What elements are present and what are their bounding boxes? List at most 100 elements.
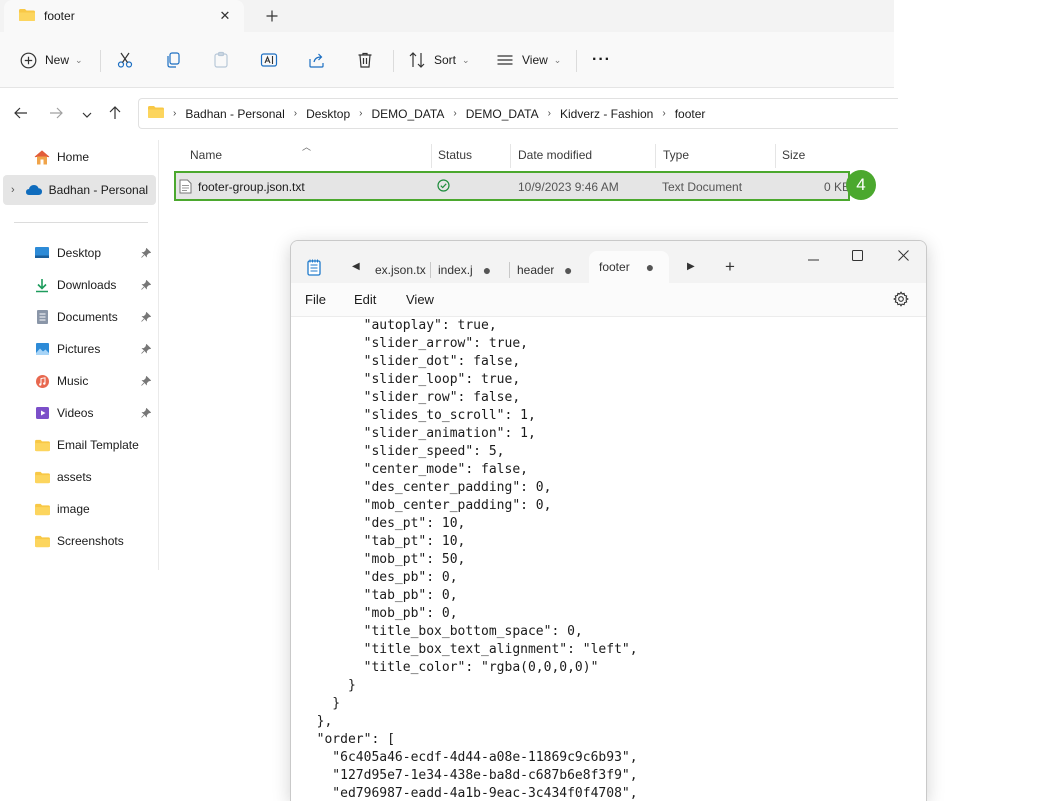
more-icon: ··· (592, 51, 611, 68)
pin-icon[interactable] (141, 279, 152, 293)
new-tab-icon[interactable] (262, 6, 282, 26)
text-line: "des_pb": 0, (301, 570, 458, 585)
share-button[interactable] (308, 48, 326, 72)
notepad-tab-active[interactable]: footer ● (589, 251, 669, 283)
sidebar-item-label: Desktop (57, 246, 102, 260)
breadcrumb-item[interactable]: footer (675, 107, 706, 121)
chevron-right-icon[interactable]: › (11, 184, 15, 196)
sidebar-item-desktop[interactable]: Desktop (0, 238, 158, 268)
view-label: View (522, 53, 548, 67)
sidebar-item-documents[interactable]: Documents (0, 302, 158, 332)
chevron-right-icon[interactable]: › (662, 108, 665, 119)
file-row[interactable]: footer-group.json.txt 10/9/2023 9:46 AM … (174, 171, 850, 201)
chevron-right-icon[interactable]: › (548, 108, 551, 119)
breadcrumb-item[interactable]: DEMO_DATA (466, 107, 539, 121)
column-divider[interactable] (431, 144, 432, 168)
sidebar-item-label: image (57, 502, 90, 516)
column-header-type[interactable]: Type (663, 140, 689, 170)
sort-button[interactable]: Sort ⌄ (408, 48, 470, 72)
sidebar-item-videos[interactable]: Videos (0, 398, 158, 428)
sidebar-item-onedrive[interactable]: › Badhan - Personal (3, 175, 156, 205)
text-line: "mob_pt": 50, (301, 552, 466, 567)
sidebar-item-home[interactable]: Home (0, 142, 158, 172)
scroll-tabs-left-icon[interactable]: ◀ (352, 261, 360, 272)
column-label: Type (663, 148, 690, 162)
sidebar-item-email-template[interactable]: Email Template (0, 430, 158, 460)
column-header-size[interactable]: Size (782, 140, 805, 170)
delete-button[interactable] (356, 48, 374, 72)
column-header-date[interactable]: Date modified (518, 140, 592, 170)
view-button[interactable]: View ⌄ (496, 48, 561, 72)
tab-divider (430, 262, 431, 278)
menu-file[interactable]: File (305, 292, 326, 307)
minimize-button[interactable] (801, 247, 825, 267)
back-button[interactable] (10, 103, 32, 125)
recent-locations-button[interactable] (76, 103, 98, 125)
file-type: Text Document (662, 180, 743, 194)
sort-label: Sort (434, 53, 457, 67)
new-tab-icon[interactable]: + (725, 257, 735, 277)
notepad-tab[interactable]: index.j ● (438, 257, 498, 283)
pin-icon[interactable] (141, 311, 152, 325)
close-button[interactable] (891, 247, 915, 267)
pin-icon[interactable] (141, 343, 152, 357)
column-divider[interactable] (510, 144, 511, 168)
breadcrumb-item[interactable]: DEMO_DATA (371, 107, 444, 121)
breadcrumb-item[interactable]: Kidverz - Fashion (560, 107, 653, 121)
column-divider[interactable] (655, 144, 656, 168)
menu-view[interactable]: View (406, 292, 434, 307)
column-header-name[interactable]: Name (190, 140, 222, 170)
settings-gear-icon[interactable] (893, 291, 909, 310)
forward-button[interactable] (45, 103, 67, 125)
pin-icon[interactable] (141, 375, 152, 389)
more-options-button[interactable]: ··· (592, 48, 611, 72)
address-bar[interactable]: › Badhan - Personal › Desktop › DEMO_DAT… (138, 98, 898, 129)
sidebar-item-image[interactable]: image (0, 494, 158, 524)
notepad-tab[interactable]: header ● (517, 257, 577, 283)
copy-button[interactable] (164, 48, 182, 72)
new-button[interactable]: New ⌄ (20, 48, 83, 72)
plus-circle-icon (20, 52, 37, 69)
menu-edit[interactable]: Edit (354, 292, 376, 307)
text-editor-area[interactable]: "autoplay": true, "slider_arrow": true, … (291, 317, 926, 801)
pane-divider[interactable] (158, 140, 159, 570)
rename-button[interactable] (260, 48, 278, 72)
maximize-button[interactable] (845, 247, 869, 267)
scroll-tabs-right-icon[interactable]: ▶ (687, 261, 695, 272)
breadcrumb-item[interactable]: Desktop (306, 107, 350, 121)
file-name: footer-group.json.txt (198, 180, 305, 194)
folder-icon (33, 500, 51, 518)
cut-button[interactable] (116, 48, 134, 72)
sidebar-item-pictures[interactable]: Pictures (0, 334, 158, 364)
folder-icon (33, 468, 51, 486)
sidebar-item-downloads[interactable]: Downloads (0, 270, 158, 300)
arrow-up-icon (109, 105, 121, 123)
close-tab-icon[interactable]: ✕ (216, 7, 234, 25)
explorer-tab-footer[interactable]: footer ✕ (4, 0, 244, 32)
chevron-right-icon[interactable]: › (453, 108, 456, 119)
sidebar-item-music[interactable]: Music (0, 366, 158, 396)
folder-icon (18, 8, 36, 25)
sidebar-item-label: Home (57, 150, 90, 164)
column-divider[interactable] (775, 144, 776, 168)
pin-icon[interactable] (141, 247, 152, 261)
column-label: Name (190, 148, 223, 162)
up-button[interactable] (104, 103, 126, 125)
sidebar-item-screenshots[interactable]: Screenshots (0, 526, 158, 556)
pin-icon[interactable] (141, 407, 152, 421)
chevron-right-icon[interactable]: › (294, 108, 297, 119)
notepad-tab[interactable]: ex.json.tx (375, 257, 427, 283)
text-line: "tab_pb": 0, (301, 588, 458, 603)
rename-icon (260, 51, 278, 69)
unsaved-dot-icon: ● (564, 262, 573, 278)
sidebar-item-label: Email Template (57, 438, 139, 452)
close-icon (897, 250, 909, 264)
sidebar-item-label: Videos (57, 406, 94, 420)
text-line: "slider_loop": true, (301, 372, 521, 387)
sidebar-item-assets[interactable]: assets (0, 462, 158, 492)
chevron-right-icon[interactable]: › (359, 108, 362, 119)
pictures-icon (33, 340, 51, 358)
paste-button[interactable] (212, 48, 230, 72)
breadcrumb-item[interactable]: Badhan - Personal (185, 107, 284, 121)
column-header-status[interactable]: Status (438, 140, 472, 170)
